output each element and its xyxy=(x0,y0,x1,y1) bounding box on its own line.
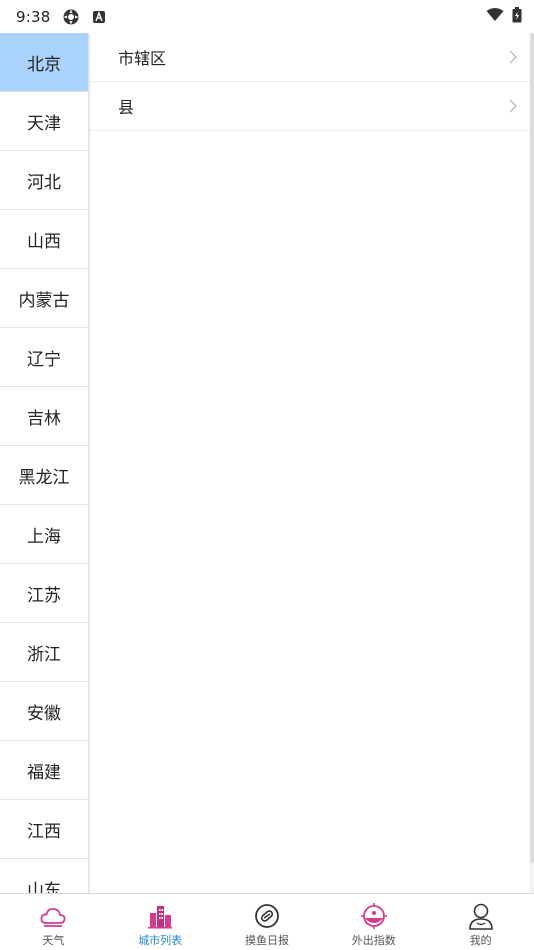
badge-icon xyxy=(254,902,280,930)
tab-city-list[interactable]: 城市列表 xyxy=(107,894,214,950)
city-row-shixiaqu[interactable]: 市辖区 xyxy=(90,33,530,82)
city-row-label: 市辖区 xyxy=(118,49,167,68)
scrollbar-thumb[interactable] xyxy=(530,33,534,863)
province-item-heilongjiang[interactable]: 黑龙江 xyxy=(0,446,89,505)
tab-label: 摸鱼日报 xyxy=(244,934,289,947)
main-content: 北京 天津 河北 山西 内蒙古 辽宁 吉林 黑龙江 上海 江苏 浙江 安徽 福建… xyxy=(0,33,534,893)
province-item-neimenggu[interactable]: 内蒙古 xyxy=(0,269,89,328)
wifi-icon xyxy=(486,7,504,26)
province-item-liaoning[interactable]: 辽宁 xyxy=(0,328,89,387)
city-row-label: 县 xyxy=(118,98,135,117)
province-item-shanxi[interactable]: 山西 xyxy=(0,210,89,269)
scrollbar-track[interactable] xyxy=(530,33,534,893)
tab-profile[interactable]: 我的 xyxy=(427,894,534,950)
tab-label: 外出指数 xyxy=(351,934,396,947)
province-item-beijing[interactable]: 北京 xyxy=(0,33,89,92)
province-item-hebei[interactable]: 河北 xyxy=(0,151,89,210)
profile-icon xyxy=(468,902,494,930)
status-bar: 9:38 xyxy=(0,0,534,33)
province-list[interactable]: 北京 天津 河北 山西 内蒙古 辽宁 吉林 黑龙江 上海 江苏 浙江 安徽 福建… xyxy=(0,33,90,893)
province-item-jiangxi[interactable]: 江西 xyxy=(0,800,89,859)
bottom-tab-bar: 天气 城市列表 摸鱼日报 外出指数 我的 xyxy=(0,893,534,950)
province-item-zhejiang[interactable]: 浙江 xyxy=(0,623,89,682)
battery-icon xyxy=(512,6,522,27)
tab-daily-report[interactable]: 摸鱼日报 xyxy=(214,894,321,950)
tab-weather[interactable]: 天气 xyxy=(0,894,107,950)
tab-label: 我的 xyxy=(469,934,492,947)
tab-label: 城市列表 xyxy=(138,934,183,947)
notification-a-icon xyxy=(92,10,106,24)
province-item-jiangsu[interactable]: 江苏 xyxy=(0,564,89,623)
target-icon xyxy=(360,902,388,930)
province-item-shanghai[interactable]: 上海 xyxy=(0,505,89,564)
province-item-anhui[interactable]: 安徽 xyxy=(0,682,89,741)
city-panel: 市辖区 县 xyxy=(90,33,530,893)
province-item-tianjin[interactable]: 天津 xyxy=(0,92,89,151)
province-item-jilin[interactable]: 吉林 xyxy=(0,387,89,446)
tab-outing-index[interactable]: 外出指数 xyxy=(320,894,427,950)
chevron-right-icon xyxy=(508,49,518,65)
cloud-icon xyxy=(39,902,67,930)
city-icon xyxy=(147,902,173,930)
tab-label: 天气 xyxy=(42,934,65,947)
status-time: 9:38 xyxy=(16,7,51,26)
province-item-fujian[interactable]: 福建 xyxy=(0,741,89,800)
city-row-xian[interactable]: 县 xyxy=(90,82,530,131)
chevron-right-icon xyxy=(508,98,518,114)
province-item-shandong[interactable]: 山东 xyxy=(0,859,89,893)
settings-gear-icon xyxy=(62,8,80,26)
